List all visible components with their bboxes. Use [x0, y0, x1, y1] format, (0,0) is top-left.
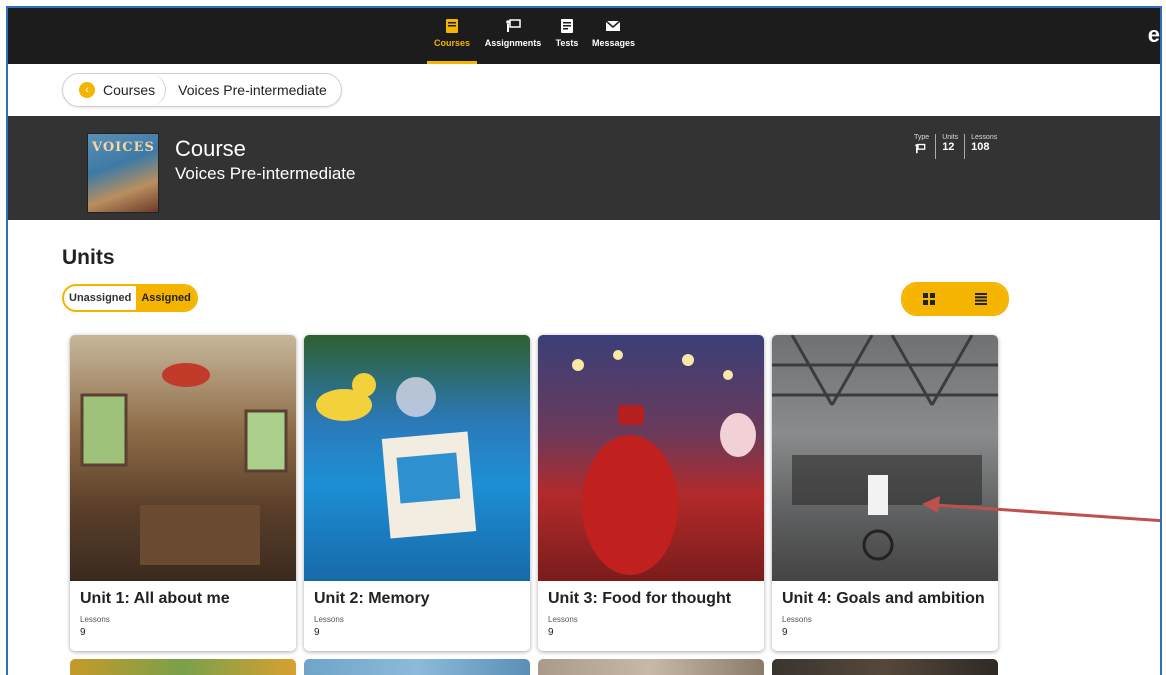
stat-lessons: Lessons 108 — [964, 134, 1003, 159]
unit-title: Unit 2: Memory — [314, 590, 430, 607]
unit-lessons-label: Lessons — [782, 615, 812, 624]
annotation-arrow — [922, 496, 1160, 523]
book-icon — [446, 19, 458, 33]
unit-title: Unit 3: Food for thought — [548, 590, 732, 607]
nav-label: Assignments — [484, 38, 542, 48]
unit-lessons-count: 9 — [80, 627, 86, 638]
unit-lessons-label: Lessons — [314, 615, 344, 624]
unit-image — [772, 335, 998, 581]
user-avatar[interactable]: e — [1148, 22, 1160, 48]
filter-assigned[interactable]: Assigned — [136, 286, 196, 310]
course-cover-image: VOICES — [87, 133, 159, 213]
room-illustration — [80, 363, 288, 565]
stat-type: Type — [914, 134, 935, 159]
vendor-illustration — [572, 350, 756, 575]
chevron-left-icon: ‹ — [79, 82, 95, 98]
top-nav: Courses Assignments Tests Messages e — [8, 8, 1160, 64]
course-banner: VOICES Course Voices Pre-intermediate Ty… — [8, 116, 1160, 220]
unit-title: Unit 1: All about me — [80, 590, 230, 607]
grid-view-button[interactable] — [903, 284, 955, 314]
grid-icon — [923, 293, 935, 305]
app-frame: Courses Assignments Tests Messages e ‹ C… — [6, 6, 1162, 675]
unit-title: Unit 4: Goals and ambition — [782, 590, 985, 607]
breadcrumb-current: Voices Pre-intermediate — [178, 82, 327, 98]
nav-label: Tests — [555, 38, 579, 48]
unit-card-1[interactable]: Unit 1: All about me Lessons 9 — [70, 335, 296, 651]
assignment-filter-toggle: Unassigned Assigned — [62, 284, 198, 312]
nav-tab-tests[interactable]: Tests — [553, 8, 581, 64]
unit-lessons-count: 9 — [548, 627, 554, 638]
unit-image — [538, 335, 764, 581]
nav-tab-assignments[interactable]: Assignments — [484, 8, 542, 64]
course-cover-title: VOICES — [92, 140, 155, 155]
breadcrumb: ‹ Courses Voices Pre-intermediate — [62, 73, 342, 107]
pool-illustration — [316, 373, 477, 539]
cyclists-illustration — [772, 335, 998, 561]
view-mode-toggle — [901, 282, 1009, 316]
nav-label: Messages — [592, 38, 636, 48]
list-view-button[interactable] — [955, 284, 1007, 314]
stat-units-value: 12 — [942, 141, 955, 153]
unit-lessons-count: 9 — [782, 627, 788, 638]
unit-image — [70, 335, 296, 581]
assignment-icon — [915, 143, 926, 154]
stat-units: Units 12 — [935, 134, 964, 159]
stat-lessons-value: 108 — [971, 141, 990, 153]
nav-label: Courses — [433, 38, 470, 48]
filter-unassigned[interactable]: Unassigned — [64, 286, 136, 310]
stat-units-label: Units — [942, 134, 959, 141]
unit-card-3[interactable]: Unit 3: Food for thought Lessons 9 — [538, 335, 764, 651]
course-name: Voices Pre-intermediate — [175, 164, 356, 183]
stat-type-label: Type — [914, 134, 930, 141]
units-heading: Units — [62, 246, 115, 269]
list-icon — [975, 293, 987, 305]
breadcrumb-back-label: Courses — [103, 82, 156, 98]
unit-card-2[interactable]: Unit 2: Memory Lessons 9 — [304, 335, 530, 651]
unit-image — [304, 335, 530, 581]
unit-lessons-label: Lessons — [80, 615, 110, 624]
nav-tab-courses[interactable]: Courses — [427, 8, 477, 64]
breadcrumb-back-courses[interactable]: ‹ Courses — [63, 74, 167, 106]
course-kind: Course — [175, 136, 246, 161]
course-stats: Type Units 12 Lessons 108 — [914, 134, 1003, 159]
nav-tab-messages[interactable]: Messages — [592, 8, 636, 64]
assignment-icon — [506, 19, 521, 32]
envelope-icon — [605, 20, 621, 31]
unit-lessons-label: Lessons — [548, 615, 578, 624]
stat-lessons-label: Lessons — [971, 134, 998, 141]
test-icon — [561, 19, 573, 33]
unit-lessons-count: 9 — [314, 627, 320, 638]
